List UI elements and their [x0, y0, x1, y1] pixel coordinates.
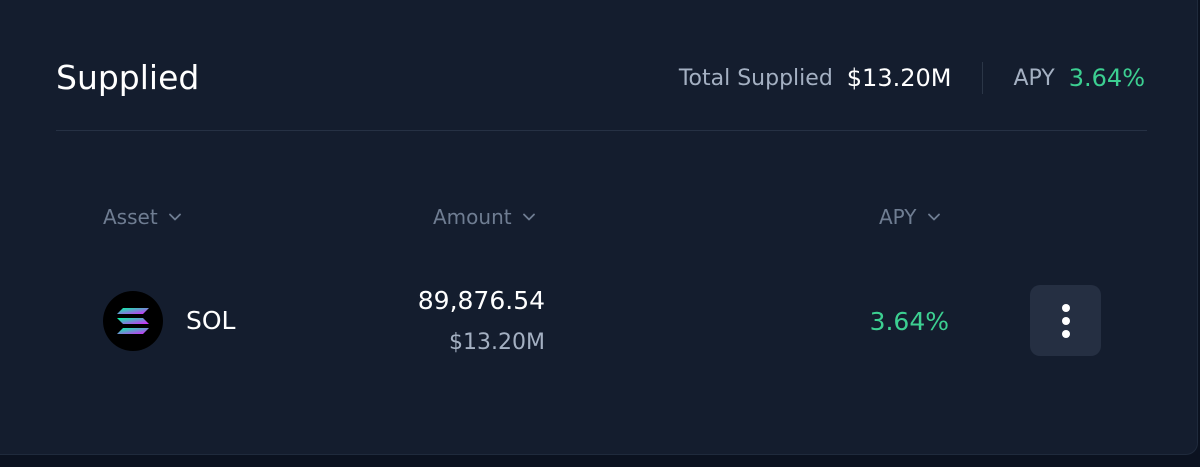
chevron-down-icon — [927, 210, 941, 224]
more-actions-button[interactable] — [1030, 285, 1101, 356]
column-header-label: Asset — [103, 205, 158, 229]
header-divider — [56, 130, 1147, 131]
column-header-amount[interactable]: Amount — [433, 204, 536, 230]
more-vertical-icon — [1061, 303, 1070, 312]
solana-logo-icon — [103, 291, 163, 351]
amount-usd-value: $13.20M — [449, 330, 545, 355]
section-title: Supplied — [56, 58, 200, 97]
chevron-down-icon — [168, 210, 182, 224]
apy-value: 3.64% — [1068, 64, 1145, 92]
asset-symbol: SOL — [186, 306, 236, 335]
column-header-apy[interactable]: APY — [879, 204, 941, 230]
summary-divider — [982, 62, 984, 94]
total-supplied-label: Total Supplied — [678, 65, 833, 91]
supply-summary: Total Supplied $13.20M APY 3.64% — [679, 60, 1145, 96]
more-vertical-icon — [1061, 329, 1070, 338]
supplied-card: Supplied Total Supplied $13.20M APY 3.64… — [0, 0, 1198, 455]
total-supplied-value: $13.20M — [846, 64, 952, 92]
column-header-label: Amount — [433, 205, 512, 229]
amount-value: 89,876.54 — [417, 286, 545, 315]
apy-label: APY — [1013, 65, 1055, 91]
more-vertical-icon — [1061, 316, 1070, 325]
chevron-down-icon — [522, 210, 536, 224]
column-header-asset[interactable]: Asset — [103, 204, 182, 230]
column-header-label: APY — [879, 205, 917, 229]
row-apy-value: 3.64% — [869, 307, 949, 336]
